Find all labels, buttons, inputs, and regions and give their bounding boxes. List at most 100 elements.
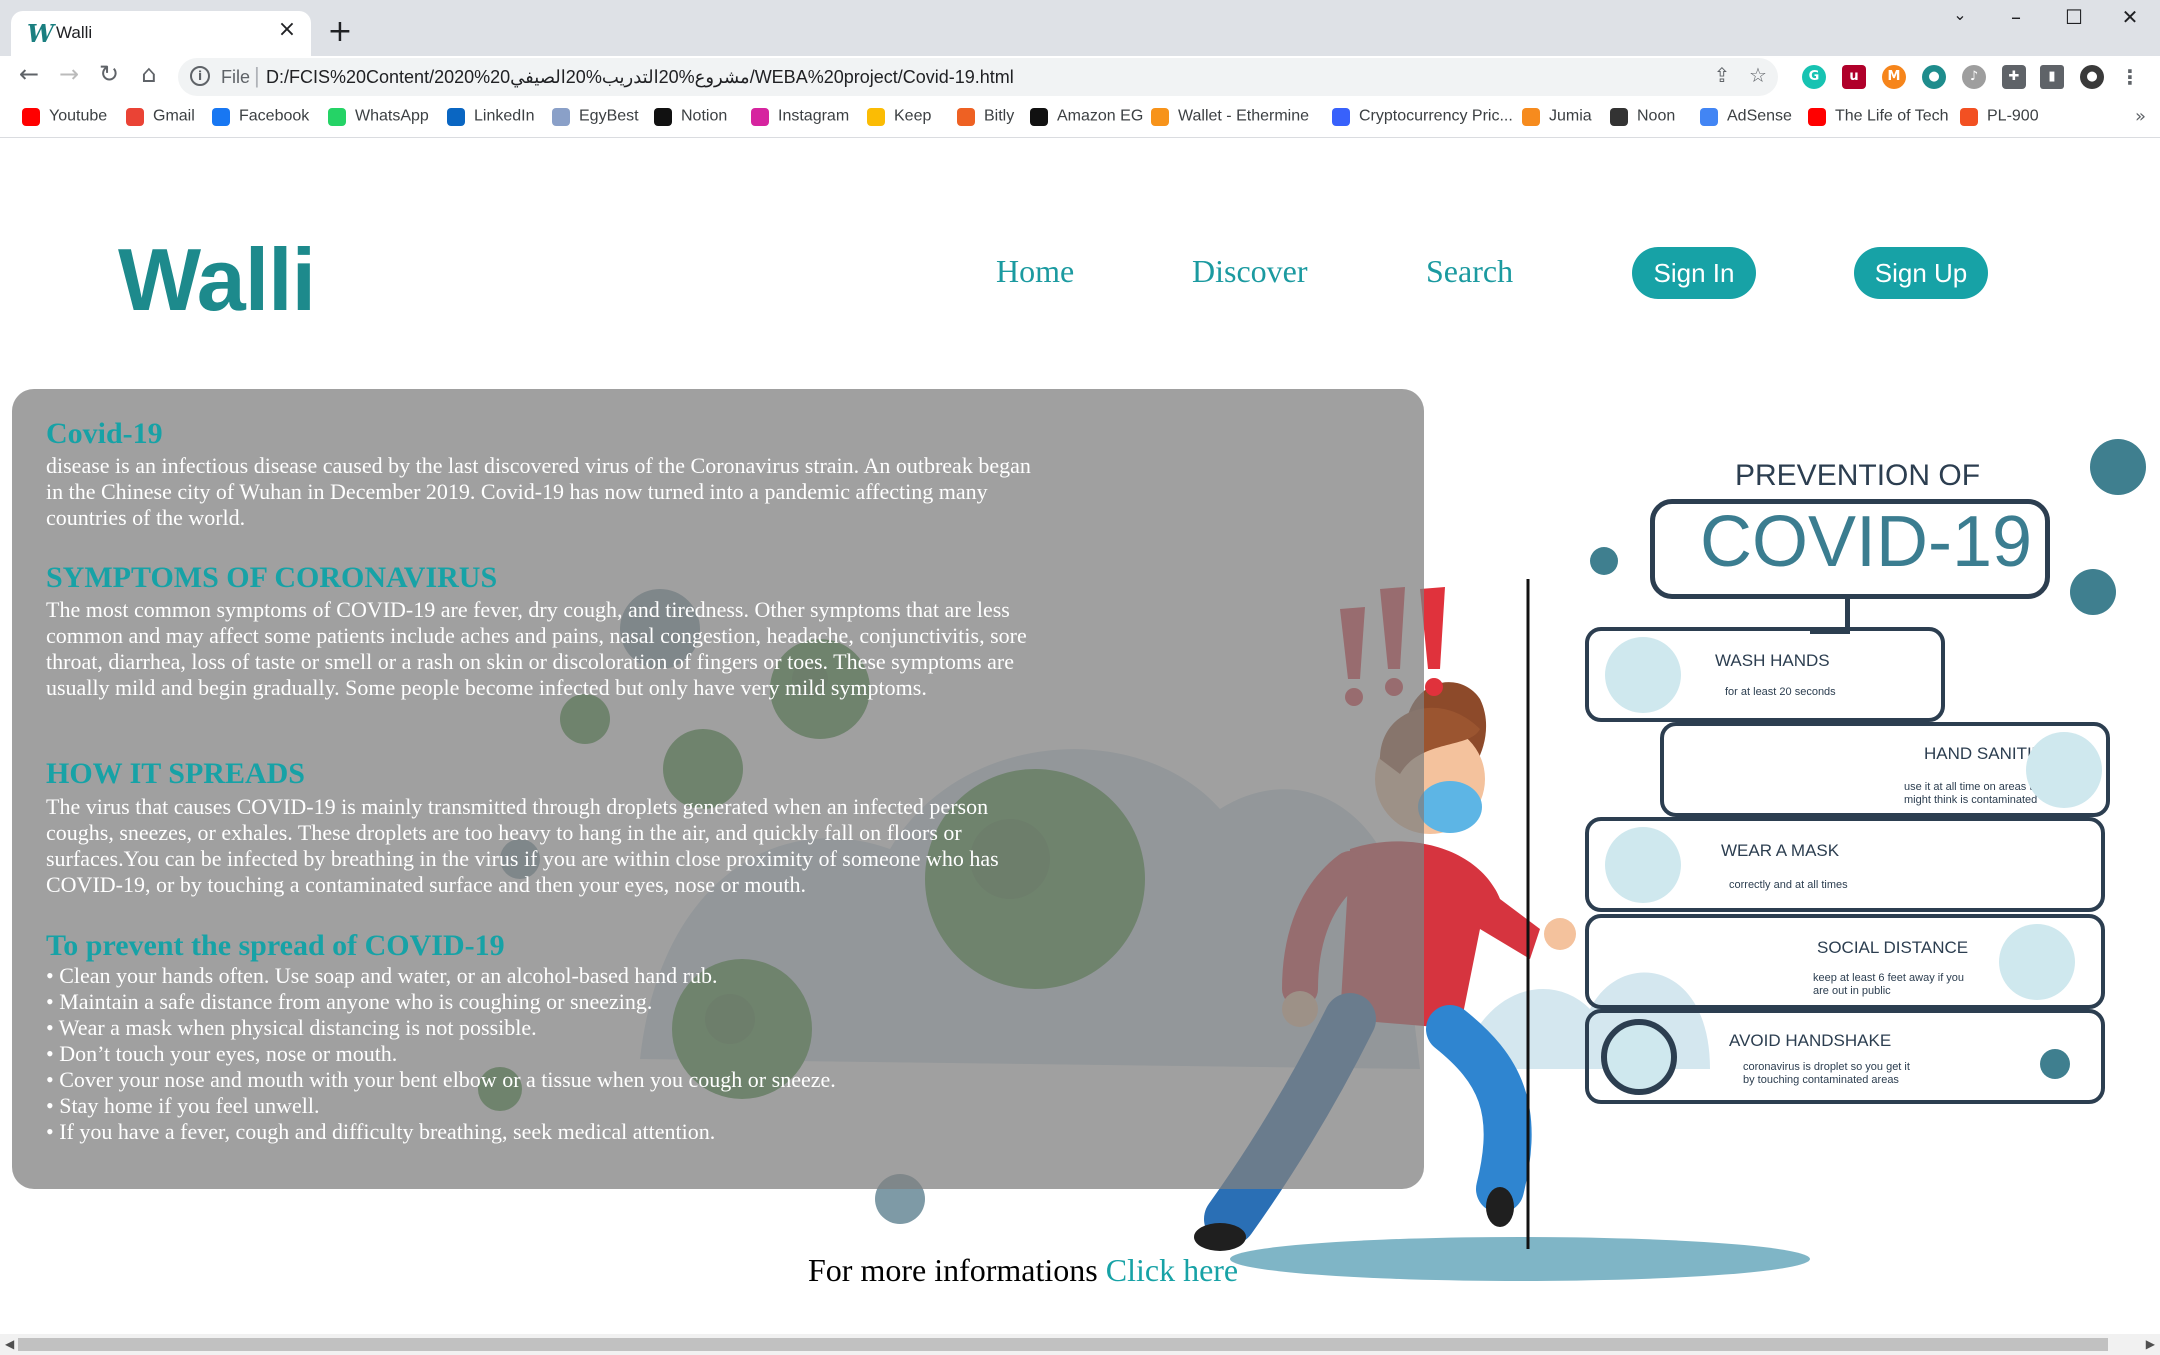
bookmark-label: Wallet - Ethermine bbox=[1178, 107, 1309, 125]
menu-kebab-icon[interactable]: ⋮ bbox=[2118, 65, 2142, 89]
forward-icon[interactable]: → bbox=[52, 60, 86, 94]
bookmark-item[interactable]: Gmail bbox=[126, 106, 195, 130]
bitly-icon bbox=[957, 107, 975, 126]
close-window-icon[interactable]: ✕ bbox=[2110, 5, 2150, 35]
minimize-icon[interactable]: – bbox=[1996, 5, 2036, 35]
bookmark-label: Notion bbox=[681, 107, 728, 125]
notion-icon bbox=[654, 107, 672, 126]
face-mask-icon bbox=[1605, 827, 1681, 903]
url-text[interactable]: D:/FCIS%20Content/2020%20مشروع%20التدريب… bbox=[266, 67, 1014, 88]
infographic-item-name: WASH HANDS bbox=[1715, 651, 1830, 670]
infographic-item-sub: keep at least 6 feet away if you are out… bbox=[1813, 972, 1965, 997]
click-here-link[interactable]: Click here bbox=[1106, 1252, 1238, 1288]
bookmark-label: Facebook bbox=[239, 107, 310, 125]
site-info-icon[interactable]: i bbox=[190, 66, 210, 86]
reload-icon[interactable]: ↻ bbox=[92, 60, 126, 94]
infographic-item-wear-mask: WEAR A MASK correctly and at all times bbox=[1585, 817, 2105, 912]
infographic-item-wash-hands: WASH HANDS for at least 20 seconds bbox=[1585, 627, 1945, 722]
infographic-item-avoid-handshake: AVOID HANDSHAKE coronavirus is droplet s… bbox=[1585, 1009, 2105, 1104]
address-bar[interactable]: i File | D:/FCIS%20Content/2020%20مشروع%… bbox=[178, 58, 1778, 96]
bookmark-label: LinkedIn bbox=[474, 107, 535, 125]
bookmark-item[interactable]: Bitly bbox=[957, 106, 1014, 130]
sign-up-button[interactable]: Sign Up bbox=[1854, 247, 1988, 299]
bookmark-item[interactable]: Keep bbox=[867, 106, 931, 130]
virus-decoration-icon bbox=[2040, 1049, 2070, 1079]
side-panel-icon[interactable]: ▮ bbox=[2040, 65, 2064, 89]
url-separator: | bbox=[254, 63, 260, 88]
nav-home-link[interactable]: Home bbox=[996, 253, 1074, 290]
bookmark-item[interactable]: LinkedIn bbox=[447, 106, 535, 130]
bookmark-item[interactable]: Youtube bbox=[22, 106, 107, 130]
browser-tab[interactable]: W Walli × bbox=[11, 11, 311, 56]
covid-title: Covid-19 bbox=[46, 417, 163, 450]
infographic-item-name: WEAR A MASK bbox=[1721, 841, 1840, 860]
bookmark-label: Amazon EG bbox=[1057, 107, 1144, 125]
infographic-item-sub: for at least 20 seconds bbox=[1725, 686, 1836, 698]
bookmark-item[interactable]: Notion bbox=[654, 106, 727, 130]
extension-circle-icon[interactable]: ● bbox=[1922, 65, 1946, 89]
bookmark-item[interactable]: Amazon EG bbox=[1030, 106, 1143, 130]
microsoft-icon bbox=[1960, 107, 1978, 126]
scroll-right-icon[interactable]: ▶ bbox=[2146, 1337, 2155, 1351]
extension-metamask-icon[interactable]: M bbox=[1882, 65, 1906, 89]
bookmark-item[interactable]: WhatsApp bbox=[328, 106, 429, 130]
infographic-item-hand-sanitizer: HAND SANITIZER use it at all time on are… bbox=[1660, 722, 2110, 817]
coinmarketcap-icon bbox=[1332, 107, 1350, 126]
virus-decoration-icon bbox=[2070, 569, 2116, 615]
infographic-item-social-distance: SOCIAL DISTANCE keep at least 6 feet awa… bbox=[1585, 914, 2105, 1009]
bookmark-item[interactable]: The Life of Tech bbox=[1808, 106, 1949, 130]
bookmark-item[interactable]: Noon bbox=[1610, 106, 1675, 130]
amazon-icon bbox=[1030, 107, 1048, 126]
prevent-item: • Don’t touch your eyes, nose or mouth. bbox=[46, 1041, 398, 1066]
bookmark-item[interactable]: Cryptocurrency Pric... bbox=[1332, 106, 1513, 130]
spread-title: HOW IT SPREADS bbox=[46, 757, 305, 790]
footer-more-info: For more informations Click here bbox=[808, 1252, 1238, 1289]
bookmark-label: Jumia bbox=[1549, 107, 1592, 125]
new-tab-icon[interactable]: + bbox=[324, 14, 356, 49]
facebook-icon bbox=[212, 107, 230, 126]
sign-in-button[interactable]: Sign In bbox=[1632, 247, 1756, 299]
extension-grammarly-icon[interactable]: G bbox=[1802, 65, 1826, 89]
tab-close-icon[interactable]: × bbox=[273, 17, 301, 45]
horizontal-scrollbar[interactable]: ◀ ▶ bbox=[0, 1334, 2160, 1355]
scroll-left-icon[interactable]: ◀ bbox=[5, 1337, 14, 1351]
nav-search-link[interactable]: Search bbox=[1426, 253, 1513, 290]
bookmark-star-icon[interactable]: ☆ bbox=[1744, 63, 1772, 91]
bookmark-label: Bitly bbox=[984, 107, 1015, 125]
maximize-icon[interactable]: ☐ bbox=[2054, 5, 2094, 35]
bookmark-label: EgyBest bbox=[579, 107, 639, 125]
spread-description: The virus that causes COVID-19 is mainly… bbox=[46, 794, 999, 897]
bookmark-item[interactable]: EgyBest bbox=[552, 106, 639, 130]
prevent-item: • If you have a fever, cough and difficu… bbox=[46, 1119, 716, 1144]
tab-search-icon[interactable]: ⌄ bbox=[1940, 5, 1980, 35]
infographic-item-name: SOCIAL DISTANCE bbox=[1817, 938, 1969, 957]
extension-ublock-icon[interactable]: u bbox=[1842, 65, 1866, 89]
profile-avatar[interactable]: ● bbox=[2080, 65, 2104, 89]
bookmark-item[interactable]: Instagram bbox=[751, 106, 849, 130]
scrollbar-thumb[interactable] bbox=[18, 1338, 2108, 1351]
infographic-title-top: PREVENTION OF bbox=[1735, 459, 1981, 492]
extension-volume-icon[interactable]: ♪ bbox=[1962, 65, 1986, 89]
bookmark-item[interactable]: AdSense bbox=[1700, 106, 1792, 130]
nav-discover-link[interactable]: Discover bbox=[1192, 253, 1308, 290]
share-icon[interactable]: ⇪ bbox=[1708, 63, 1736, 91]
bookmark-label: AdSense bbox=[1727, 107, 1792, 125]
bookmarks-overflow-icon[interactable]: » bbox=[2135, 106, 2146, 127]
virus-decoration-icon bbox=[1590, 547, 1618, 575]
wash-hands-icon bbox=[1605, 637, 1681, 713]
infographic-item-name: AVOID HANDSHAKE bbox=[1729, 1031, 1892, 1050]
bookmark-item[interactable]: Jumia bbox=[1522, 106, 1592, 130]
bookmark-item[interactable]: Wallet - Ethermine bbox=[1151, 106, 1309, 130]
jumia-icon bbox=[1522, 107, 1540, 126]
walli-favicon-icon: W bbox=[27, 19, 54, 48]
home-icon[interactable]: ⌂ bbox=[132, 60, 166, 94]
youtube-icon bbox=[1808, 107, 1826, 126]
bookmark-item[interactable]: Facebook bbox=[212, 106, 309, 130]
covid-info-card: Covid-19 disease is an infectious diseas… bbox=[12, 389, 1424, 1189]
whatsapp-icon bbox=[328, 107, 346, 126]
bookmark-item[interactable]: PL-900 bbox=[1960, 106, 2039, 130]
site-logo[interactable]: Walli bbox=[118, 229, 316, 331]
symptoms-description: The most common symptoms of COVID-19 are… bbox=[46, 597, 1027, 700]
extensions-puzzle-icon[interactable]: ✚ bbox=[2002, 65, 2026, 89]
back-icon[interactable]: ← bbox=[12, 60, 46, 94]
